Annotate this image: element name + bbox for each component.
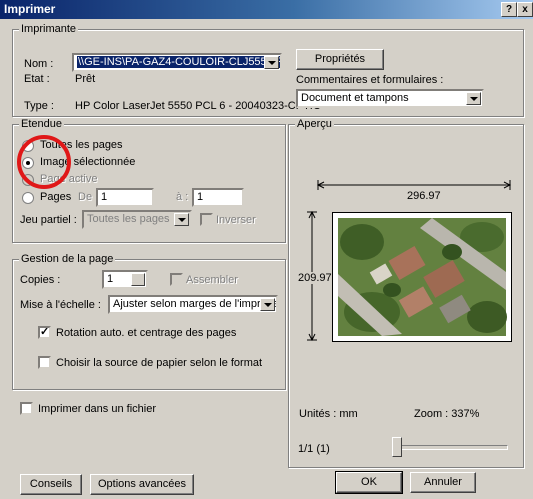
comments-value: Document et tampons (301, 92, 409, 104)
preview-height: 209.97 (298, 272, 332, 284)
page-counter: 1/1 (1) (298, 443, 330, 455)
preview-width: 296.97 (404, 190, 444, 202)
copies-input[interactable]: 1 (102, 270, 148, 289)
scale-value: Ajuster selon marges de l'imprimante (113, 298, 278, 310)
tips-button[interactable]: Conseils (20, 474, 82, 495)
window-title: Imprimer (4, 2, 56, 16)
rotate-checkbox[interactable] (38, 325, 51, 339)
printer-name-select[interactable]: \\GE-INS\PA-GAZ4-COULOIR-CLJ5550.PI (72, 53, 282, 72)
zoom-label: Zoom : 337% (414, 408, 480, 420)
chevron-down-icon[interactable] (466, 92, 481, 105)
print-to-file-label: Imprimer dans un fichier (38, 403, 156, 415)
page-slider-thumb[interactable] (392, 437, 402, 457)
copies-value: 1 (107, 273, 114, 285)
printer-state-value: Prêt (75, 73, 96, 85)
copies-label: Copies : (20, 274, 61, 286)
chevron-down-icon[interactable] (260, 298, 275, 311)
reverse-checkbox[interactable] (200, 213, 213, 226)
chevron-down-icon[interactable] (174, 213, 189, 226)
reverse-label: Inverser (216, 214, 256, 226)
printer-group-title: Imprimante (19, 23, 79, 35)
paper-source-checkbox[interactable] (38, 356, 51, 369)
subset-label: Jeu partiel : (20, 214, 77, 226)
cancel-button[interactable]: Annuler (410, 472, 476, 493)
collate-checkbox[interactable] (170, 273, 183, 286)
paper-source-label: Choisir la source de papier selon le for… (56, 357, 263, 369)
printer-name-value: \\GE-INS\PA-GAZ4-COULOIR-CLJ5550.PI (77, 56, 280, 68)
to-input[interactable]: 1 (192, 188, 244, 207)
spinner-icon[interactable] (131, 273, 145, 286)
comments-label: Commentaires et formulaires : (296, 74, 444, 86)
subset-value: Toutes les pages (87, 213, 170, 225)
red-highlight-circle (17, 135, 71, 189)
printer-type-value: HP Color LaserJet 5550 PCL 6 - 20040323-… (75, 100, 321, 112)
to-label: à : (176, 191, 189, 203)
rotate-label: Rotation auto. et centrage des pages (56, 327, 237, 339)
printer-type-label: Type : (24, 100, 54, 112)
aerial-photo-preview (332, 212, 512, 342)
ok-button[interactable]: OK (335, 471, 403, 494)
properties-button[interactable]: Propriétés (296, 49, 384, 70)
comments-select[interactable]: Document et tampons (296, 89, 484, 108)
close-button[interactable]: x (517, 2, 533, 17)
subset-select[interactable]: Toutes les pages (82, 210, 192, 229)
collate-label: Assembler (186, 274, 238, 286)
preview-group-title: Aperçu (295, 118, 334, 130)
radio-pages-label: Pages (40, 191, 72, 203)
printer-name-label: Nom : (24, 58, 54, 70)
printer-state-label: Etat : (24, 73, 50, 85)
title-bar: Imprimer ? x (0, 0, 533, 19)
scale-select[interactable]: Ajuster selon marges de l'imprimante (108, 295, 278, 314)
help-button[interactable]: ? (501, 2, 517, 17)
page-handling-group-title: Gestion de la page (19, 253, 116, 265)
range-group-title: Etendue (19, 118, 64, 130)
scale-label: Mise à l'échelle : (20, 299, 101, 311)
chevron-down-icon[interactable] (264, 56, 279, 69)
radio-pages[interactable] (22, 192, 34, 204)
print-to-file-checkbox[interactable] (20, 402, 33, 415)
advanced-options-button[interactable]: Options avancées (90, 474, 194, 495)
units-label: Unités : mm (299, 408, 358, 420)
page-slider-track[interactable] (392, 445, 508, 450)
from-input[interactable]: 1 (96, 188, 154, 207)
